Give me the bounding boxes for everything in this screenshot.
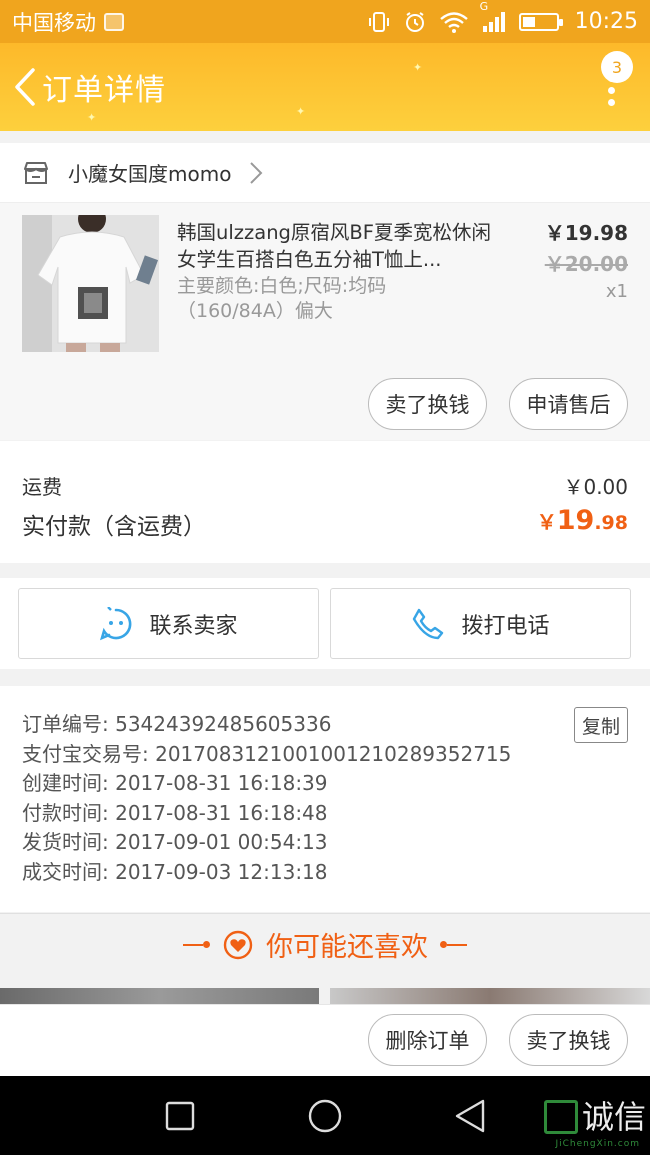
paid-currency: ￥ [536, 510, 557, 534]
product-quantity: x1 [605, 281, 628, 302]
bottom-action-bar: 删除订单 卖了换钱 [0, 1004, 650, 1076]
product-thumbnail[interactable] [22, 215, 159, 352]
shipping-value: ￥0.00 [563, 475, 628, 499]
product-price: ￥19.98 [544, 221, 628, 245]
system-back-button[interactable] [430, 1076, 510, 1155]
clock: 10:25 [574, 9, 638, 34]
paid-amount-label: 实付款（含运费） [22, 514, 206, 540]
store-icon [24, 161, 48, 184]
decoration-line-left [183, 941, 210, 948]
contact-seller-button[interactable]: 联系卖家 [18, 588, 319, 659]
product-sku: 主要颜色:白色;尺码:均码（160/84A）偏大 [177, 275, 387, 322]
triangle-back-icon [455, 1099, 485, 1132]
product-title[interactable]: 韩国ulzzang原宿风BF夏季宽松休闲女学生百搭白色五分袖T恤上... [177, 219, 507, 273]
battery-icon [518, 12, 563, 31]
shipped-time: 发货时间: 2017-09-01 00:54:13 [22, 830, 328, 854]
paid-time: 付款时间: 2017-08-31 16:18:48 [22, 800, 328, 825]
recommend-title: 你可能还喜欢 [266, 932, 428, 963]
image-notification-icon [104, 12, 124, 31]
order-info: 订单编号: 53424392485605336 支付宝交易号: 20170831… [0, 686, 650, 912]
recommend-header: 你可能还喜欢 [0, 913, 650, 975]
star-decoration: ✦ [87, 111, 97, 124]
order-item[interactable]: 韩国ulzzang原宿风BF夏季宽松休闲女学生百搭白色五分袖T恤上... 主要颜… [22, 215, 628, 355]
chevron-left-icon [15, 68, 35, 106]
page-title: 订单详情 [42, 73, 166, 108]
contact-section: 联系卖家 拨打电话 [0, 578, 650, 669]
watermark: 诚信 [543, 1098, 646, 1136]
header-bar: ✦ ✦ ✦ 订单详情 3 [0, 43, 650, 131]
order-item-card: 小魔女国度momo 韩国ulzzang原宿风BF夏季宽松休闲女学生百搭白色五分袖… [0, 143, 650, 440]
status-icons: G 10:25 [367, 0, 638, 34]
paid-decimal: .98 [594, 512, 628, 534]
alipay-trade-number: 支付宝交易号: 2017083121001001210289352715 [22, 741, 512, 766]
circle-icon [308, 1099, 342, 1132]
original-price: ￥20.00 [544, 252, 628, 276]
payment-summary: 运费 ￥0.00 实付款（含运费） ￥19.98 [0, 441, 650, 563]
square-icon [165, 1101, 195, 1130]
call-phone-label: 拨打电话 [461, 613, 550, 639]
vibrate-icon [368, 11, 389, 32]
back-button[interactable] [10, 67, 40, 107]
order-number: 订单编号: 53424392485605336 [22, 712, 332, 736]
decoration-line-right [440, 941, 467, 948]
call-phone-button[interactable]: 拨打电话 [330, 588, 631, 659]
recommended-product-image[interactable] [0, 988, 319, 1004]
network-type: G [479, 0, 489, 13]
carrier-area: 中国移动 [12, 7, 367, 37]
star-decoration: ✦ [296, 105, 306, 118]
recent-apps-button[interactable] [140, 1076, 220, 1155]
phone-icon [413, 608, 444, 639]
watermark-text: 诚信 [581, 1098, 646, 1136]
shop-row[interactable]: 小魔女国度momo [0, 143, 650, 203]
cell-signal-icon: G [480, 0, 507, 34]
star-decoration: ✦ [413, 61, 423, 74]
delete-order-button[interactable]: 删除订单 [368, 1014, 487, 1066]
contact-seller-label: 联系卖家 [149, 613, 238, 639]
message-badge[interactable]: 3 [601, 51, 633, 83]
heart-circle-icon [223, 930, 253, 959]
sell-item-button-bottom[interactable]: 卖了换钱 [509, 1014, 628, 1066]
after-sale-button[interactable]: 申请售后 [509, 378, 628, 430]
status-bar: 中国移动 G 10:25 [0, 0, 650, 43]
watermark-subtext: JiChengXin.com [555, 1139, 640, 1149]
home-button[interactable] [285, 1076, 365, 1155]
chat-face-icon [100, 606, 132, 640]
watermark-logo [543, 1100, 578, 1134]
copy-order-number-button[interactable]: 复制 [574, 707, 628, 743]
wifi-icon [439, 11, 468, 33]
shipping-label: 运费 [22, 475, 62, 499]
completed-time: 成交时间: 2017-09-03 12:13:18 [22, 859, 328, 884]
chevron-right-icon [250, 161, 263, 184]
sell-item-button[interactable]: 卖了换钱 [368, 378, 487, 430]
created-time: 创建时间: 2017-08-31 16:18:39 [22, 771, 328, 795]
carrier-name: 中国移动 [12, 10, 96, 35]
product-photo [22, 215, 159, 352]
paid-integer: 19 [556, 505, 595, 536]
recommended-product-image[interactable] [330, 988, 650, 1004]
paid-amount: ￥19.98 [537, 505, 628, 536]
alarm-icon [405, 11, 424, 32]
shop-name: 小魔女国度momo [68, 162, 232, 186]
